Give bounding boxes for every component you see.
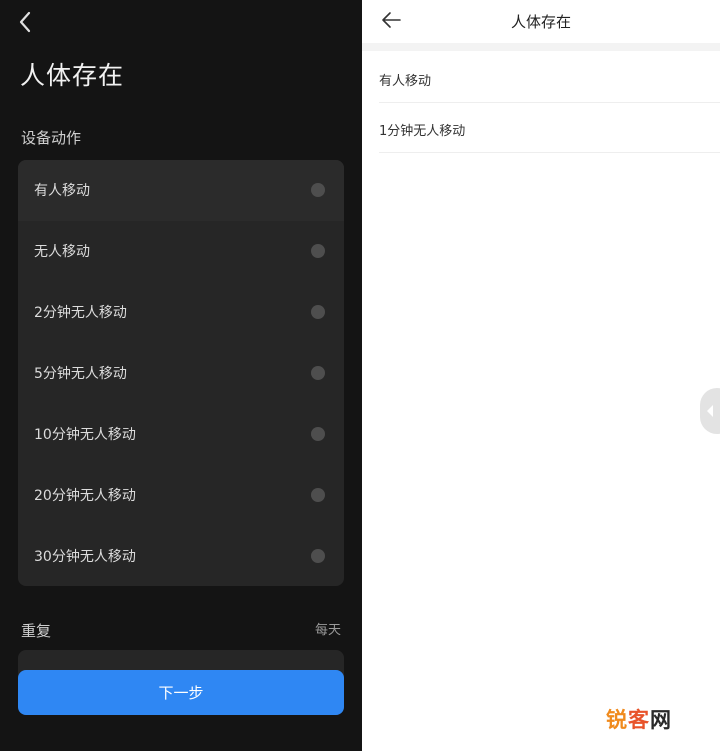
option-item[interactable]: 10分钟无人移动 xyxy=(18,404,344,465)
list-item-label: 有人移动 xyxy=(379,74,432,89)
repeat-row[interactable]: 重复 每天 xyxy=(0,612,362,642)
option-label: 30分钟无人移动 xyxy=(34,549,136,565)
option-label: 无人移动 xyxy=(34,244,90,260)
header: 人体存在 xyxy=(362,0,720,43)
section-label-device-action: 设备动作 xyxy=(21,129,82,147)
radio-button[interactable] xyxy=(311,183,325,197)
left-screen: 人体存在 设备动作 有人移动 无人移动 2分钟无人移动 5分钟无人移动 10分钟… xyxy=(0,0,362,751)
back-button[interactable] xyxy=(14,8,38,36)
option-item[interactable]: 无人移动 xyxy=(18,221,344,282)
radio-button[interactable] xyxy=(311,244,325,258)
option-item[interactable]: 5分钟无人移动 xyxy=(18,343,344,404)
option-label: 10分钟无人移动 xyxy=(34,427,136,443)
page-title: 人体存在 xyxy=(20,61,125,90)
next-button[interactable]: 下一步 xyxy=(18,670,344,715)
list-item-label: 1分钟无人移动 xyxy=(379,124,466,139)
side-drawer-handle[interactable] xyxy=(700,388,720,434)
repeat-value: 每天 xyxy=(314,623,341,638)
radio-button[interactable] xyxy=(311,305,325,319)
option-label: 5分钟无人移动 xyxy=(34,366,127,382)
device-action-options: 有人移动 无人移动 2分钟无人移动 5分钟无人移动 10分钟无人移动 20分钟无… xyxy=(18,160,344,586)
option-label: 20分钟无人移动 xyxy=(34,488,136,504)
right-screen: 人体存在 有人移动 1分钟无人移动 锐客网 xyxy=(362,0,720,751)
chevron-left-icon xyxy=(19,11,31,33)
list-item[interactable]: 有人移动 xyxy=(379,52,720,103)
option-label: 2分钟无人移动 xyxy=(34,305,127,321)
caret-left-icon xyxy=(707,405,713,417)
watermark-char: 锐 xyxy=(606,708,628,732)
option-item[interactable]: 20分钟无人移动 xyxy=(18,465,344,526)
radio-button[interactable] xyxy=(311,488,325,502)
radio-button[interactable] xyxy=(311,427,325,441)
option-item[interactable]: 30分钟无人移动 xyxy=(18,526,344,586)
option-item[interactable]: 2分钟无人移动 xyxy=(18,282,344,343)
option-item[interactable]: 有人移动 xyxy=(18,160,344,221)
page-title: 人体存在 xyxy=(510,13,571,31)
repeat-label: 重复 xyxy=(21,622,52,640)
radio-button[interactable] xyxy=(311,366,325,380)
radio-button[interactable] xyxy=(311,549,325,563)
header-divider xyxy=(362,43,720,51)
watermark-logo: 锐客网 xyxy=(606,704,672,734)
watermark-char: 客 xyxy=(628,708,650,732)
option-label: 有人移动 xyxy=(34,183,90,199)
watermark-char: 网 xyxy=(650,708,672,732)
list-item[interactable]: 1分钟无人移动 xyxy=(379,102,720,153)
